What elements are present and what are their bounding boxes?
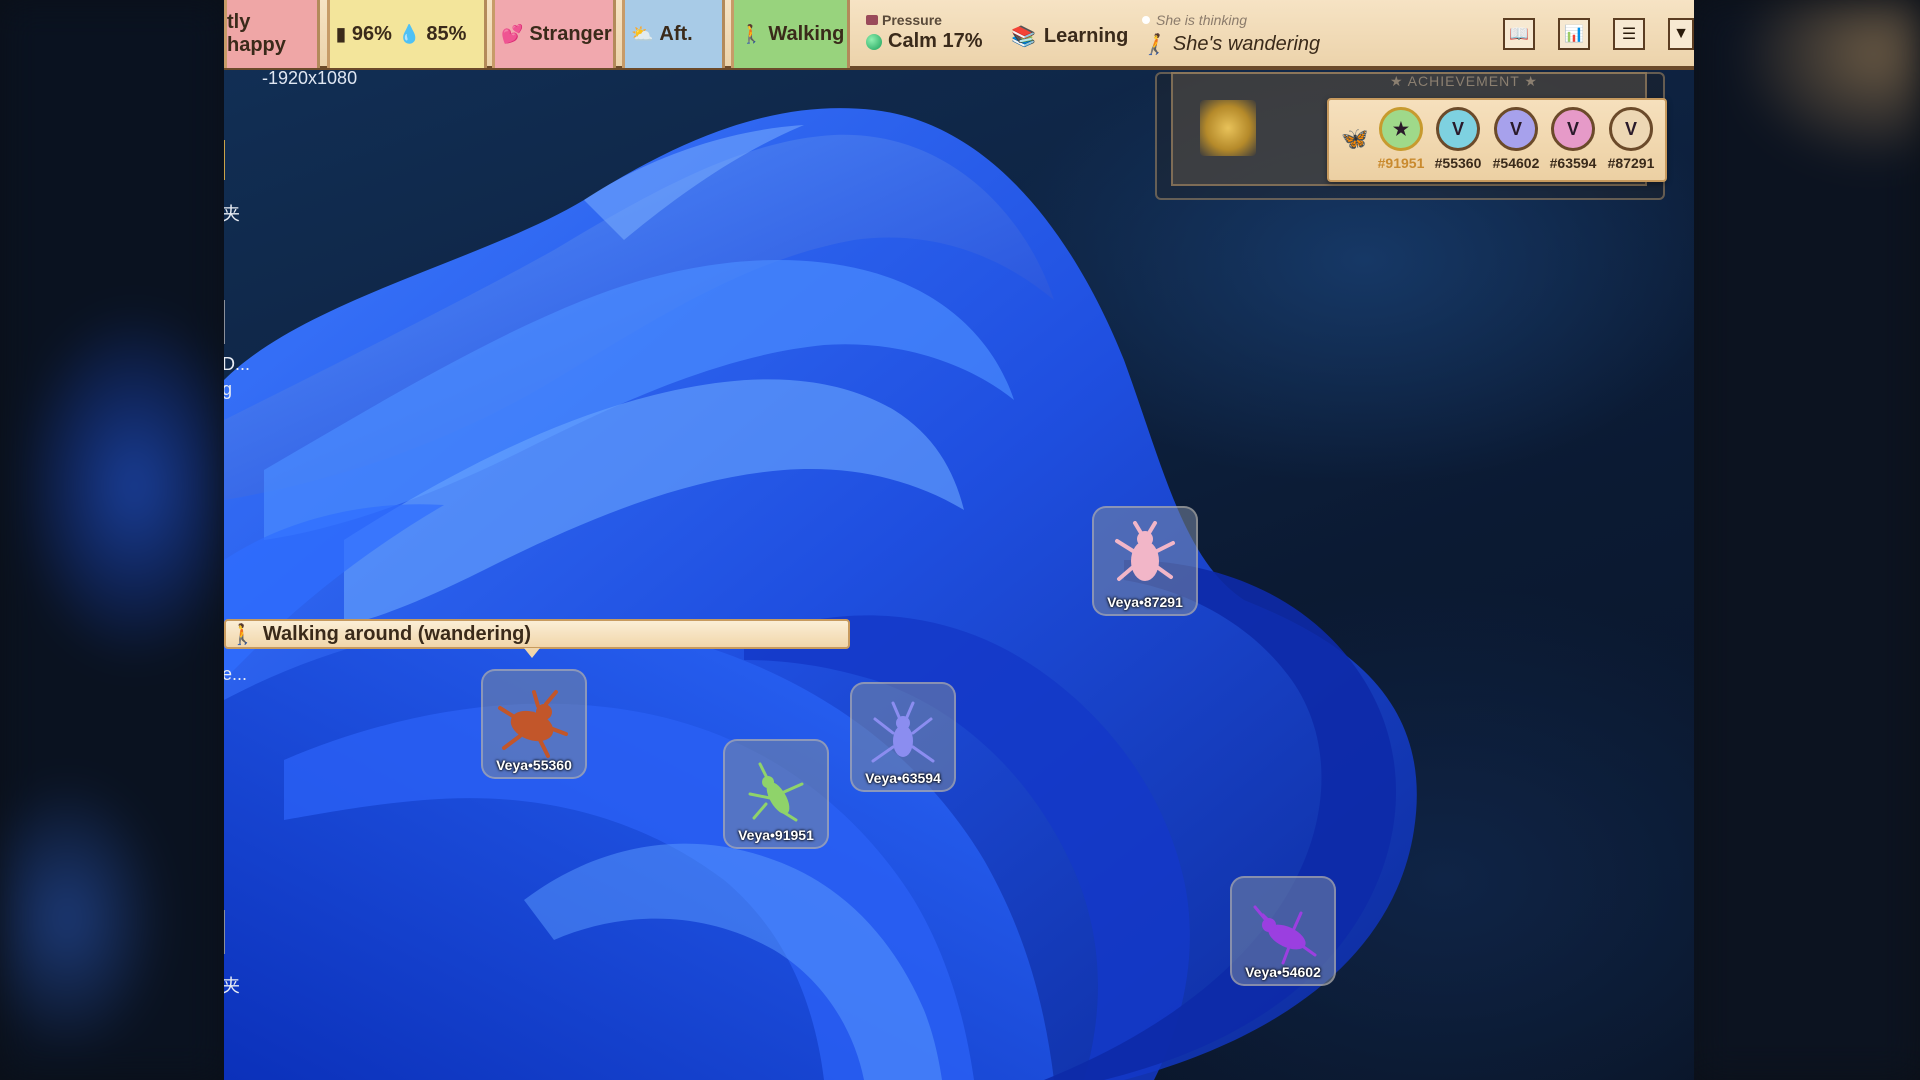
relationship-text: Stranger <box>529 22 612 45</box>
pet-name: Veya•55360 <box>496 757 572 773</box>
pet-name: Veya•54602 <box>1245 964 1321 980</box>
books-icon: 📚 <box>1011 26 1036 48</box>
status-speech-bubble: 🚶 Walking around (wandering) <box>224 619 850 649</box>
energy-icon: ▮ <box>336 23 346 44</box>
veya-badge[interactable]: V <box>1551 107 1595 151</box>
time-of-day-tile[interactable]: ⛅ Aft. <box>622 0 725 68</box>
thinking-label: She is thinking <box>1156 12 1248 28</box>
activity-text: Walking <box>768 22 845 45</box>
journal-button[interactable]: 📖 <box>1503 18 1535 50</box>
stats-button[interactable]: 📊 <box>1558 18 1590 50</box>
peek-text: g <box>224 379 233 399</box>
vitals-tile[interactable]: ▮ 96% 💧 85% <box>327 0 487 68</box>
sun-cloud-icon: ⛅ <box>631 23 654 44</box>
menu-icon: ☰ <box>1621 26 1637 43</box>
veya-badge-label: V <box>1509 118 1522 139</box>
hydration-value: 85% <box>426 22 467 45</box>
bug-icon <box>871 701 935 763</box>
pet-veya[interactable]: Veya•91951 <box>723 739 829 849</box>
blurred-left-margin <box>0 0 224 1080</box>
veya-badge-label: V <box>1566 118 1579 139</box>
book-icon: 📖 <box>1509 26 1529 43</box>
menu-button[interactable]: ☰ <box>1613 18 1645 50</box>
peek-bar <box>224 300 225 344</box>
achievement-title: ★ ACHIEVEMENT ★ <box>1390 73 1538 89</box>
veya-id: #55360 <box>1434 155 1482 171</box>
bug-icon <box>498 690 568 758</box>
pressure-meter[interactable]: Pressure Calm 17% <box>866 12 983 53</box>
bug-icon <box>1253 905 1317 965</box>
veya-badge-label: V <box>1624 118 1637 139</box>
energy-value: 96% <box>351 22 392 45</box>
chevron-down-icon: ▼ <box>1673 25 1689 42</box>
pet-veya[interactable]: Veya•87291 <box>1092 506 1198 616</box>
resolution-label: -1920x1080 <box>262 68 358 88</box>
time-of-day-text: Aft. <box>659 22 693 45</box>
status-bar: tly happy ▮ 96% 💧 85% 💕 Stranger ⛅ Aft. … <box>224 0 1694 70</box>
bubble-text: Walking around (wandering) <box>262 622 532 645</box>
heart-icon: 💕 <box>501 23 524 44</box>
mood-tile[interactable]: tly happy <box>224 0 320 68</box>
veya-badge-label: V <box>1451 118 1464 139</box>
pet-veya[interactable]: Veya•54602 <box>1230 876 1336 986</box>
pet-name: Veya•63594 <box>865 770 941 786</box>
peek-text: 夹 <box>224 204 240 224</box>
bubble-tail <box>524 648 540 658</box>
peek-text: e... <box>224 664 248 684</box>
pressure-value: Calm 17% <box>888 30 983 52</box>
achievement-badge-icon <box>1200 100 1256 156</box>
peek-text: 夹 <box>224 976 240 996</box>
collapse-button[interactable]: ▼ <box>1668 18 1694 50</box>
stats-icon: 📊 <box>1564 26 1584 43</box>
briefcase-icon <box>866 15 878 25</box>
calm-status-icon <box>866 33 882 50</box>
veya-badge[interactable]: ★ <box>1379 107 1423 151</box>
veya-badge-label: ★ <box>1392 118 1410 139</box>
walking-icon: 🚶 <box>230 623 255 646</box>
peek-bar <box>224 910 225 954</box>
learning-text: Learning <box>1043 25 1129 47</box>
water-drop-icon: 💧 <box>397 23 421 44</box>
veya-id: #91951 <box>1377 155 1425 171</box>
pet-name: Veya•91951 <box>738 827 814 843</box>
veya-id: #63594 <box>1549 155 1597 171</box>
walking-icon: 🚶 <box>740 23 763 44</box>
bug-icon <box>1115 521 1175 581</box>
peek-bar <box>224 140 225 180</box>
bug-icon <box>748 762 804 822</box>
relationship-tile[interactable]: 💕 Stranger <box>492 0 616 68</box>
walking-icon: 🚶 <box>1142 34 1167 56</box>
pet-veya[interactable]: Veya•63594 <box>850 682 956 792</box>
pressure-label: Pressure <box>882 12 942 28</box>
thought-bubble-icon <box>1142 16 1150 24</box>
veya-badge[interactable]: V <box>1609 107 1653 151</box>
learning-status[interactable]: 📚 Learning <box>1011 24 1128 49</box>
veya-badge[interactable]: V <box>1494 107 1538 151</box>
mood-text: tly happy <box>227 11 286 56</box>
blurred-right-margin <box>1694 0 1920 1080</box>
veya-badge[interactable]: V <box>1436 107 1480 151</box>
pet-name: Veya•87291 <box>1107 594 1183 610</box>
activity-tile[interactable]: 🚶 Walking <box>731 0 850 68</box>
veya-id: #54602 <box>1492 155 1540 171</box>
pet-veya[interactable]: Veya•55360 <box>481 669 587 779</box>
thinking-value: She's wandering <box>1172 33 1321 55</box>
butterfly-icon: 🦋 <box>1341 126 1369 151</box>
peek-text: D... <box>224 354 251 374</box>
veya-id: #87291 <box>1607 155 1655 171</box>
thought-status: She is thinking 🚶 She's wandering <box>1142 12 1320 57</box>
